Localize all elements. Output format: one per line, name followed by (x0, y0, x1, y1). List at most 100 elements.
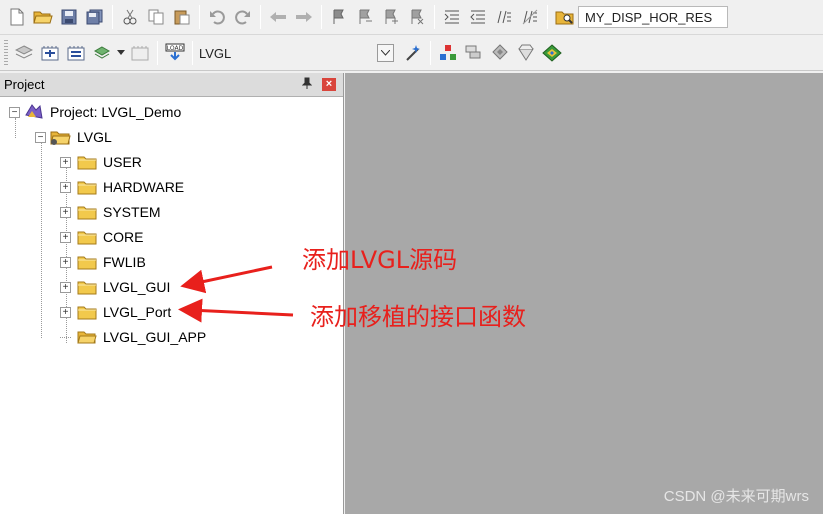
separator (434, 5, 435, 29)
separator (192, 41, 193, 65)
separator (430, 41, 431, 65)
separator (260, 5, 261, 29)
project-panel-title: Project (4, 77, 45, 92)
collapse-icon[interactable]: − (9, 106, 20, 118)
group-label: HARDWARE (103, 179, 185, 195)
tree-node-group[interactable]: + LVGL_Port (60, 301, 171, 323)
indent-icon[interactable] (440, 5, 464, 29)
stop-build-icon[interactable] (128, 41, 152, 65)
group-label: LVGL_GUI (103, 279, 171, 295)
separator (112, 5, 113, 29)
navigate-forward-icon[interactable] (292, 5, 316, 29)
close-icon[interactable]: × (322, 78, 336, 91)
folder-icon (77, 256, 97, 270)
bookmark-icon[interactable] (327, 5, 351, 29)
undo-icon[interactable] (205, 5, 229, 29)
find-combo-value: MY_DISP_HOR_RES (585, 9, 713, 25)
load-label: LOAD (167, 45, 184, 52)
save-icon[interactable] (57, 5, 81, 29)
select-packs-icon[interactable] (462, 41, 486, 65)
separator (199, 5, 200, 29)
folder-icon (77, 156, 97, 170)
pin-icon[interactable] (300, 77, 314, 91)
expand-icon[interactable]: + (60, 156, 71, 168)
separator (157, 41, 158, 65)
tree-node-group[interactable]: + HARDWARE (60, 176, 184, 198)
batch-dropdown-icon[interactable] (116, 41, 126, 65)
separator (547, 5, 548, 29)
options-for-target-icon[interactable] (401, 41, 425, 65)
save-all-icon[interactable] (83, 5, 107, 29)
tree-line (41, 143, 42, 338)
open-file-icon[interactable] (31, 5, 55, 29)
expand-icon[interactable]: + (60, 181, 71, 193)
tree-line (60, 336, 71, 338)
group-label: LVGL_Port (103, 304, 172, 320)
manage-components-icon[interactable] (488, 41, 512, 65)
tree-node-group[interactable]: + CORE (60, 226, 143, 248)
target-folder-icon (50, 131, 71, 145)
main-toolbar: MY_DISP_HOR_RES (0, 0, 823, 35)
find-in-files-icon[interactable] (553, 5, 577, 29)
download-load-icon[interactable]: LOAD (163, 41, 187, 65)
expand-icon[interactable]: + (60, 231, 71, 243)
expand-icon[interactable]: + (60, 281, 71, 293)
project-name: Project: LVGL_Demo (50, 104, 182, 120)
project-panel-header: Project × (0, 73, 343, 97)
target-select-value: LVGL (199, 45, 232, 61)
group-label: LVGL_GUI_APP (103, 329, 207, 345)
editor-area (345, 73, 823, 514)
clear-bookmarks-icon[interactable] (405, 5, 429, 29)
group-label: CORE (103, 229, 144, 245)
prev-bookmark-icon[interactable] (353, 5, 377, 29)
find-combo[interactable]: MY_DISP_HOR_RES (578, 6, 728, 28)
translate-icon[interactable] (12, 41, 36, 65)
target-dropdown-button[interactable] (377, 44, 394, 62)
uncomment-icon[interactable] (518, 5, 542, 29)
annotation-add-port-functions: 添加移植的接口函数 (310, 303, 526, 331)
group-label: SYSTEM (103, 204, 161, 220)
folder-icon (77, 231, 97, 245)
pack-installer-icon[interactable] (514, 41, 538, 65)
target-name: LVGL (77, 129, 112, 145)
rebuild-icon[interactable] (64, 41, 88, 65)
build-icon[interactable] (38, 41, 62, 65)
expand-icon[interactable]: + (60, 206, 71, 218)
tree-node-target[interactable]: − LVGL (35, 126, 112, 148)
redo-icon[interactable] (231, 5, 255, 29)
copy-icon[interactable] (144, 5, 168, 29)
tree-node-group[interactable]: + FWLIB (60, 251, 146, 273)
tree-node-group[interactable]: + USER (60, 151, 142, 173)
new-file-icon[interactable] (5, 5, 29, 29)
paste-icon[interactable] (170, 5, 194, 29)
folder-icon (77, 181, 97, 195)
run-time-environment-icon[interactable] (540, 41, 564, 65)
project-panel: Project × − Project: LVGL_Demo − LVGL + U… (0, 73, 344, 514)
folder-icon (77, 281, 97, 295)
annotation-add-lvgl-source: 添加LVGL源码 (302, 246, 458, 274)
folder-icon (77, 206, 97, 220)
group-label: FWLIB (103, 254, 146, 270)
unindent-icon[interactable] (466, 5, 490, 29)
watermark: CSDN @未来可期wrs (663, 488, 809, 505)
toolbar-grip[interactable] (4, 40, 8, 66)
expand-icon[interactable]: + (60, 306, 71, 318)
tree-node-project[interactable]: − Project: LVGL_Demo (9, 101, 181, 123)
cut-icon[interactable] (118, 5, 142, 29)
manage-project-items-icon[interactable] (436, 41, 460, 65)
tree-node-group[interactable]: + SYSTEM (60, 201, 161, 223)
tree-node-group[interactable]: LVGL_GUI_APP (60, 326, 206, 348)
separator (321, 5, 322, 29)
build-toolbar: LOAD LVGL (0, 36, 823, 71)
open-folder-icon (77, 331, 97, 344)
batch-build-icon[interactable] (90, 41, 114, 65)
collapse-icon[interactable]: − (35, 131, 46, 143)
tree-node-group[interactable]: + LVGL_GUI (60, 276, 170, 298)
folder-icon (77, 306, 97, 320)
project-icon (25, 104, 43, 119)
expand-icon[interactable]: + (60, 256, 71, 268)
navigate-back-icon[interactable] (266, 5, 290, 29)
comment-icon[interactable] (492, 5, 516, 29)
next-bookmark-icon[interactable] (379, 5, 403, 29)
target-select[interactable]: LVGL (197, 42, 377, 64)
